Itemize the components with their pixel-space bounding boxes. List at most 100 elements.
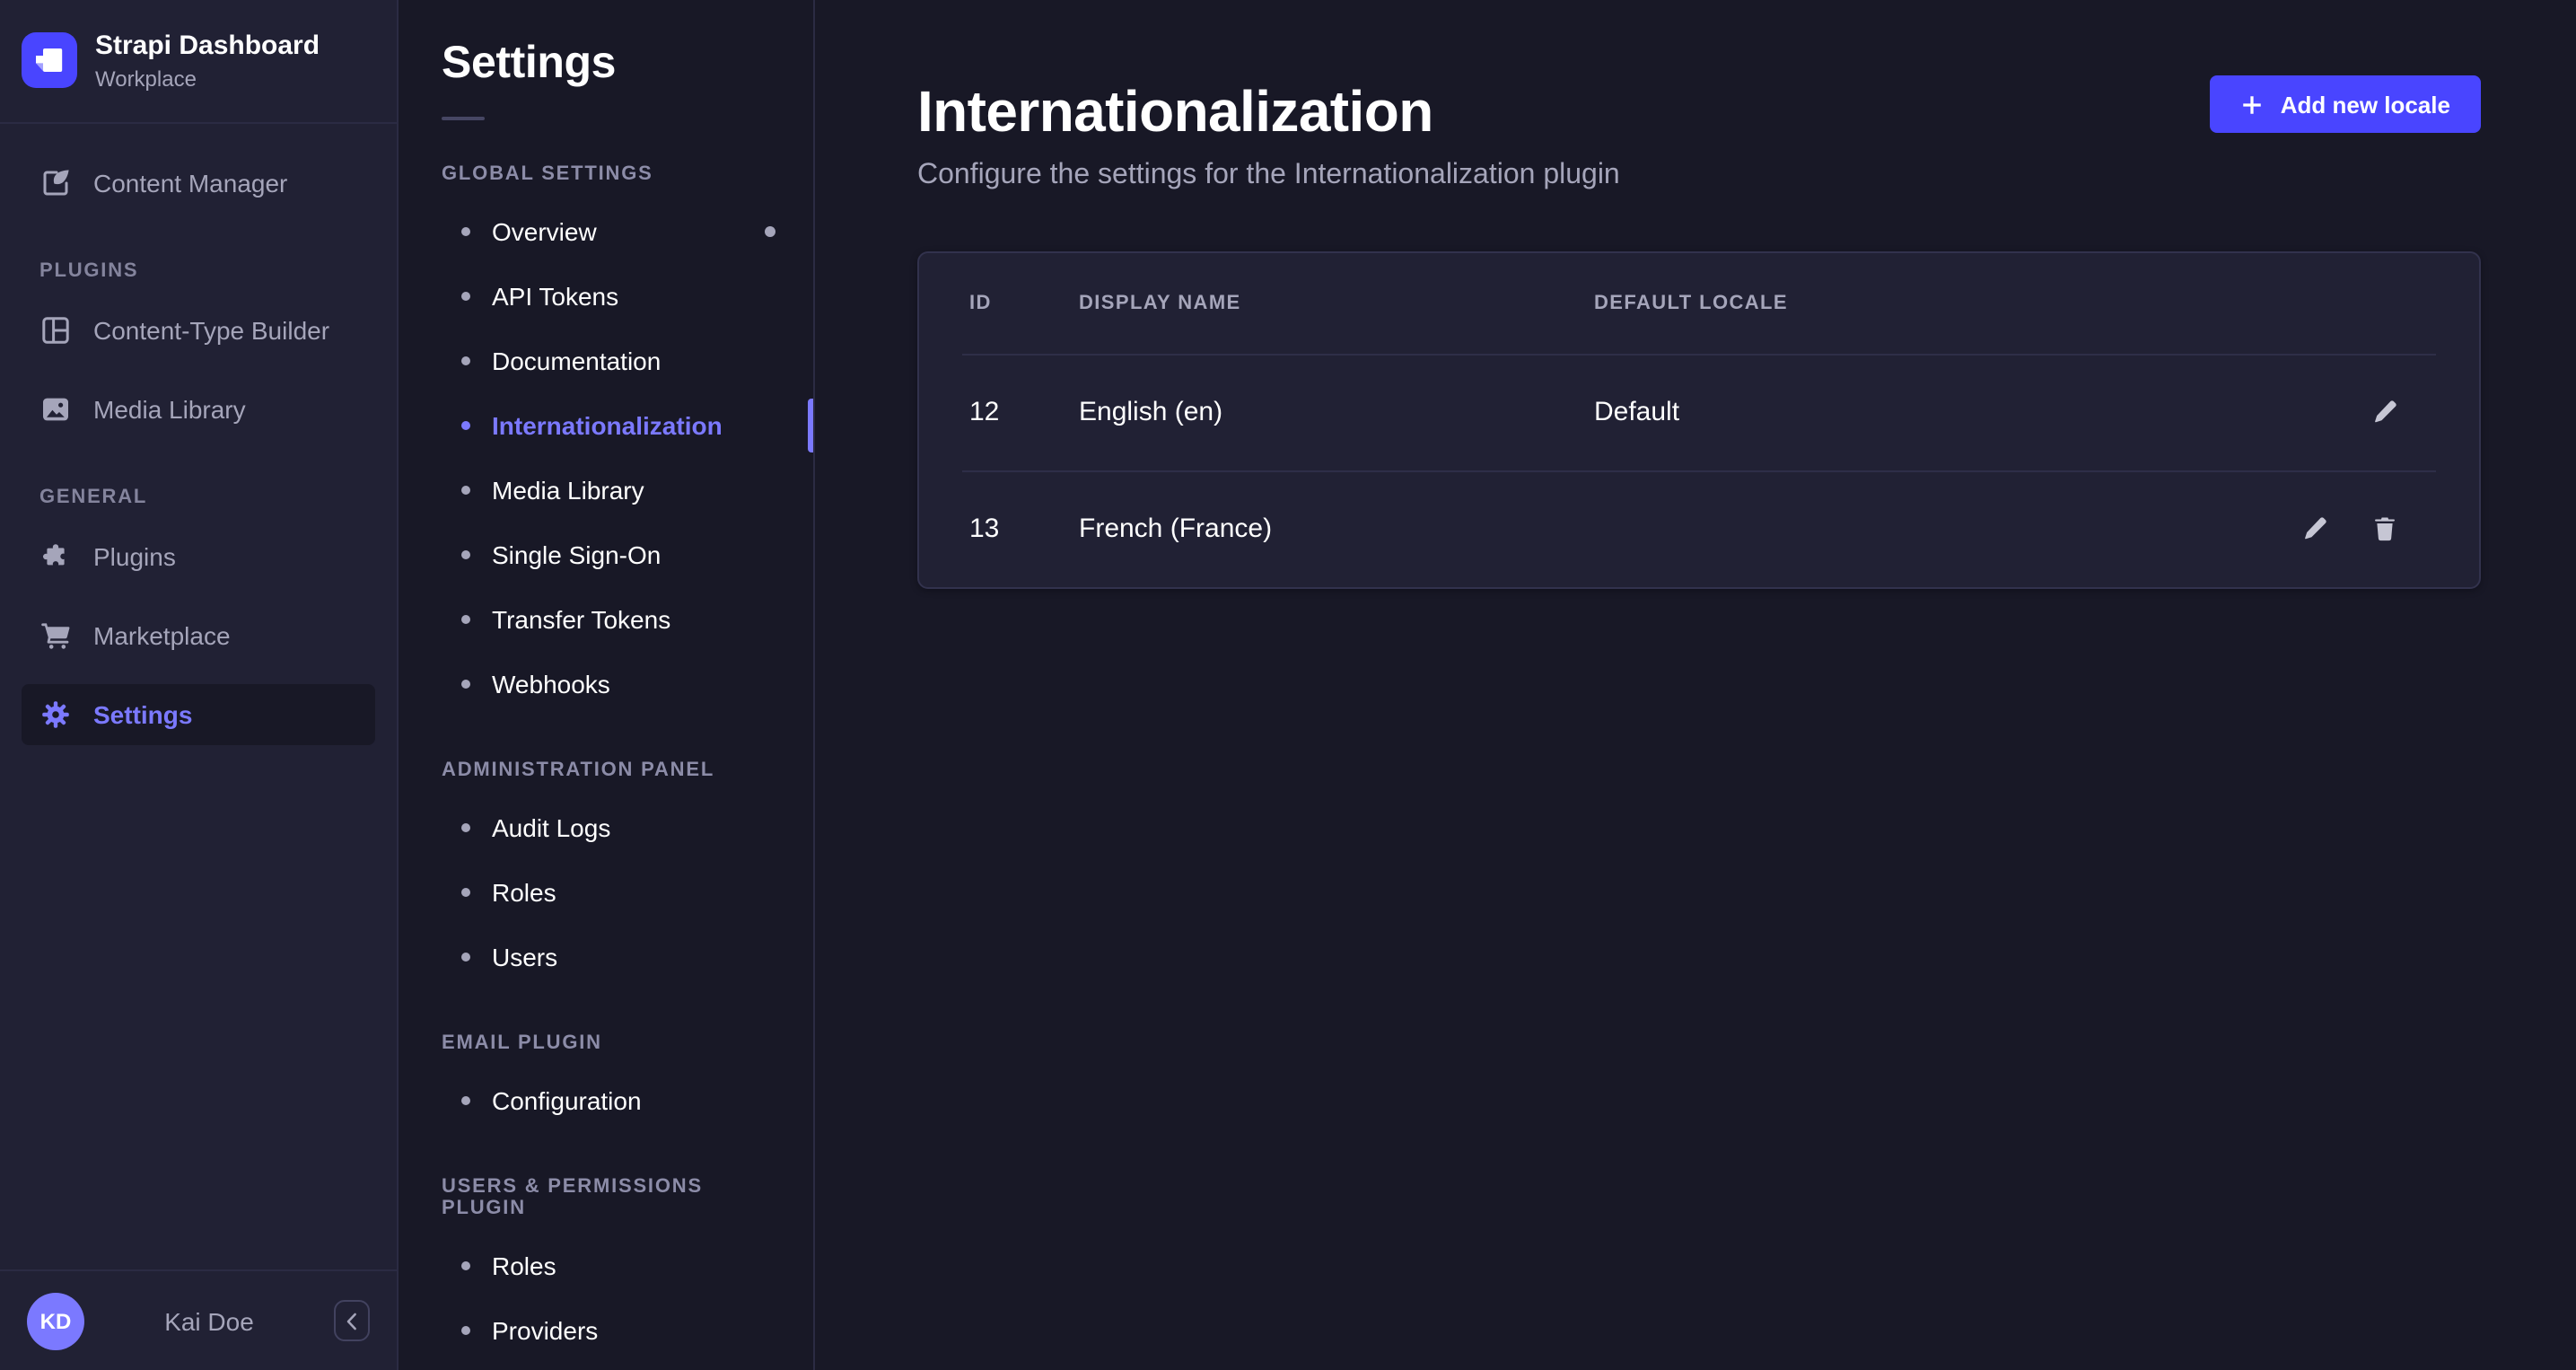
column-header-display-name: DISPLAY NAME — [1079, 293, 1594, 314]
content-manager-icon — [39, 168, 70, 198]
subnav-item-label: Single Sign-On — [492, 540, 661, 569]
page-subtitle: Configure the settings for the Internati… — [917, 160, 1620, 192]
subnav-item-label: Roles — [492, 1251, 556, 1280]
page-title: Internationalization — [917, 79, 1620, 145]
subnav-item-media-library[interactable]: Media Library — [399, 458, 813, 523]
nav-section-plugins-label: PLUGINS — [22, 260, 375, 282]
sidebar-item-settings[interactable]: Settings — [22, 684, 375, 745]
settings-subnav: Settings GLOBAL SETTINGS Overview API To… — [399, 0, 815, 1370]
main-content: Internationalization Configure the setti… — [815, 0, 2576, 1370]
column-header-id: ID — [969, 293, 1079, 314]
main-sidebar: Strapi Dashboard Workplace Content Manag… — [0, 0, 399, 1370]
subnav-item-documentation[interactable]: Documentation — [399, 329, 813, 393]
table-row-english[interactable]: 12 English (en) Default — [919, 354, 2479, 470]
sidebar-item-label: Content-Type Builder — [93, 316, 329, 345]
subnav-item-label: Roles — [492, 878, 556, 907]
bullet-icon — [461, 486, 470, 495]
edit-locale-button[interactable] — [2368, 397, 2400, 429]
media-library-icon — [39, 394, 70, 425]
notification-dot-icon — [765, 226, 775, 237]
app-title: Strapi Dashboard — [95, 31, 320, 65]
add-new-locale-button[interactable]: Add new locale — [2211, 75, 2481, 133]
locales-table: ID DISPLAY NAME DEFAULT LOCALE 12 Englis… — [917, 251, 2481, 589]
sidebar-item-label: Plugins — [93, 542, 176, 571]
cell-id: 13 — [969, 514, 1079, 545]
sidebar-item-content-manager[interactable]: Content Manager — [22, 153, 375, 214]
cell-id: 12 — [969, 398, 1079, 428]
workspace-name: Workplace — [95, 66, 320, 92]
subnav-title-divider — [442, 117, 485, 120]
strapi-logo-icon — [22, 33, 77, 89]
cart-icon — [39, 620, 70, 651]
bullet-icon — [461, 1326, 470, 1335]
bullet-icon — [461, 615, 470, 624]
sidebar-item-label: Marketplace — [93, 621, 231, 650]
row-actions — [2167, 397, 2400, 429]
subnav-item-internationalization[interactable]: Internationalization — [399, 393, 813, 458]
subnav-group-title: ADMINISTRATION PANEL — [442, 760, 770, 781]
delete-locale-button[interactable] — [2368, 514, 2400, 546]
subnav-item-users[interactable]: Users — [399, 925, 813, 989]
subnav-group-users-permissions-plugin: USERS & PERMISSIONS PLUGIN Roles Provide… — [399, 1176, 813, 1363]
sidebar-item-media-library[interactable]: Media Library — [22, 379, 375, 440]
subnav-item-overview[interactable]: Overview — [399, 199, 813, 264]
page-header: Internationalization Configure the setti… — [917, 0, 2481, 192]
subnav-item-webhooks[interactable]: Webhooks — [399, 652, 813, 716]
bullet-icon — [461, 550, 470, 559]
sidebar-item-content-type-builder[interactable]: Content-Type Builder — [22, 300, 375, 361]
nav-section-general-label: GENERAL — [22, 487, 375, 508]
subnav-item-admin-roles[interactable]: Roles — [399, 860, 813, 925]
subnav-item-api-tokens[interactable]: API Tokens — [399, 264, 813, 329]
table-header-row: ID DISPLAY NAME DEFAULT LOCALE — [919, 253, 2479, 354]
subnav-item-audit-logs[interactable]: Audit Logs — [399, 795, 813, 860]
subnav-item-label: Webhooks — [492, 670, 610, 698]
bullet-icon — [461, 680, 470, 689]
subnav-item-label: Users — [492, 943, 557, 971]
subnav-item-label: API Tokens — [492, 282, 618, 311]
bullet-icon — [461, 356, 470, 365]
table-row-french[interactable]: 13 French (France) — [919, 470, 2479, 587]
collapse-sidebar-button[interactable] — [334, 1300, 370, 1341]
user-name: Kai Doe — [102, 1306, 316, 1335]
subnav-title: Settings — [442, 38, 770, 90]
bullet-icon — [461, 227, 470, 236]
row-actions — [2167, 514, 2400, 546]
add-new-locale-label: Add new locale — [2281, 91, 2450, 118]
subnav-item-single-sign-on[interactable]: Single Sign-On — [399, 523, 813, 587]
sidebar-item-plugins[interactable]: Plugins — [22, 526, 375, 587]
pencil-icon — [2300, 516, 2327, 543]
chevron-left-icon — [345, 1312, 359, 1330]
cell-display-name: French (France) — [1079, 514, 1594, 545]
subnav-item-label: Overview — [492, 217, 597, 246]
puzzle-icon — [39, 541, 70, 572]
subnav-group-administration-panel: ADMINISTRATION PANEL Audit Logs Roles Us… — [399, 760, 813, 989]
bullet-icon — [461, 888, 470, 897]
column-header-default-locale: DEFAULT LOCALE — [1594, 293, 2167, 314]
active-item-indicator — [808, 399, 813, 452]
user-avatar[interactable]: KD — [27, 1292, 84, 1349]
subnav-item-label: Transfer Tokens — [492, 605, 670, 634]
main-nav-list: Content Manager PLUGINS Content-Type Bui… — [0, 124, 397, 1270]
subnav-item-providers[interactable]: Providers — [399, 1298, 813, 1363]
subnav-group-title: USERS & PERMISSIONS PLUGIN — [442, 1176, 770, 1219]
plus-icon — [2241, 92, 2265, 116]
cell-default-locale: Default — [1594, 398, 2167, 428]
sidebar-item-marketplace[interactable]: Marketplace — [22, 605, 375, 666]
subnav-item-label: Providers — [492, 1316, 598, 1345]
subnav-item-configuration[interactable]: Configuration — [399, 1068, 813, 1133]
subnav-group-title: EMAIL PLUGIN — [442, 1032, 770, 1054]
bullet-icon — [461, 823, 470, 832]
subnav-item-label: Audit Logs — [492, 813, 610, 842]
subnav-group-title: GLOBAL SETTINGS — [442, 163, 770, 185]
sidebar-item-label: Media Library — [93, 395, 246, 424]
subnav-item-label: Internationalization — [492, 411, 723, 440]
edit-locale-button[interactable] — [2298, 514, 2330, 546]
subnav-item-up-roles[interactable]: Roles — [399, 1234, 813, 1298]
cell-display-name: English (en) — [1079, 398, 1594, 428]
content-type-builder-icon — [39, 315, 70, 346]
page-header-text: Internationalization Configure the setti… — [917, 75, 1620, 192]
subnav-item-label: Configuration — [492, 1086, 642, 1115]
subnav-item-transfer-tokens[interactable]: Transfer Tokens — [399, 587, 813, 652]
subnav-group-global-settings: GLOBAL SETTINGS Overview API Tokens Docu… — [399, 163, 813, 716]
sidebar-item-label: Content Manager — [93, 169, 287, 198]
